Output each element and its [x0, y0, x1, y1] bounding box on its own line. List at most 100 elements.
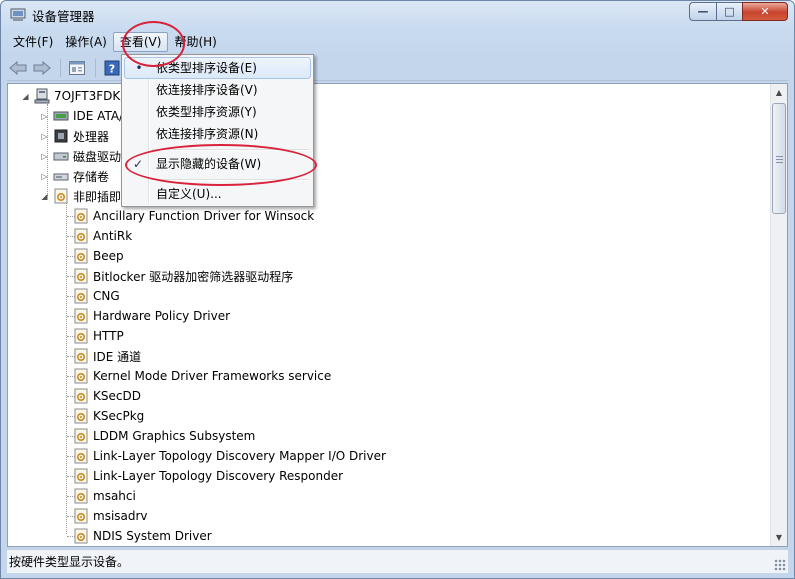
toolbar-separator	[60, 58, 61, 77]
minimize-icon: —	[697, 5, 709, 18]
tree-root-label: 7OJFT3FDKI	[54, 89, 124, 103]
tree-item[interactable]: HTTP	[73, 326, 124, 346]
computer-icon	[34, 88, 50, 104]
view-customize[interactable]: 自定义(U)...	[124, 183, 311, 205]
toolbar-separator	[95, 58, 96, 77]
tree-item[interactable]: msisadrv	[73, 506, 148, 526]
tree-item[interactable]: AntiRk	[73, 226, 132, 246]
tree-root[interactable]: ◢ 7OJFT3FDKI	[21, 86, 124, 106]
menu-action[interactable]: 操作(A)	[59, 32, 113, 52]
tree-item[interactable]: LDDM Graphics Subsystem	[73, 426, 255, 446]
collapse-arrow-icon[interactable]: ◢	[40, 192, 49, 201]
tree-category-label: 磁盘驱动	[73, 149, 122, 164]
menu-item-label: 依类型排序资源(Y)	[156, 105, 257, 119]
menu-item-label: 依连接排序资源(N)	[156, 127, 259, 141]
tree-item-label: Link-Layer Topology Discovery Responder	[93, 469, 344, 483]
checkmark-icon: ✓	[132, 157, 144, 171]
tree-item[interactable]: CNG	[73, 286, 120, 306]
scrollbar-grip-icon	[776, 156, 783, 163]
driver-gear-icon	[73, 348, 89, 364]
tree-item-label: Bitlocker 驱动器加密筛选器驱动程序	[93, 269, 294, 284]
tree-item[interactable]: Bitlocker 驱动器加密筛选器驱动程序	[73, 266, 293, 286]
tree-item-label: KSecPkg	[93, 409, 145, 423]
scrollbar-thumb[interactable]	[772, 103, 786, 214]
expand-arrow-icon[interactable]: ▷	[40, 132, 49, 141]
tree-item-label: Kernel Mode Driver Frameworks service	[93, 369, 332, 383]
title-bar[interactable]: 设备管理器 — □ ✕	[1, 1, 794, 29]
caption-buttons: — □ ✕	[689, 2, 788, 21]
view-show-hidden-devices[interactable]: ✓ 显示隐藏的设备(W)	[124, 153, 311, 175]
help-button[interactable]: ?	[101, 58, 123, 78]
driver-gear-icon	[73, 508, 89, 524]
tree-item-label: AntiRk	[93, 229, 133, 243]
vertical-scrollbar[interactable]: ▲ ▼	[770, 84, 787, 546]
back-arrow-icon	[9, 60, 27, 75]
tree-category[interactable]: ▷ 磁盘驱动	[40, 146, 121, 166]
tree-item-label: NDIS System Driver	[93, 529, 212, 543]
device-manager-window: 设备管理器 — □ ✕ 文件(F) 操作(A) 查看(V) 帮助(H) ? ◢ …	[0, 0, 795, 579]
driver-gear-icon	[73, 388, 89, 404]
expand-arrow-icon[interactable]: ▷	[40, 152, 49, 161]
back-button[interactable]	[7, 58, 29, 78]
tree-item[interactable]: KSecPkg	[73, 406, 144, 426]
tree-item-label: Beep	[93, 249, 124, 263]
window-title: 设备管理器	[32, 9, 95, 24]
tree-item[interactable]: Kernel Mode Driver Frameworks service	[73, 366, 331, 386]
driver-gear-icon	[73, 328, 89, 344]
view-sort-resources-by-type[interactable]: 依类型排序资源(Y)	[124, 101, 311, 123]
svg-text:?: ?	[109, 62, 115, 75]
tree-category[interactable]: ▷ 存储卷	[40, 166, 109, 186]
resize-grip-icon[interactable]	[774, 559, 786, 571]
tree-item-label: KSecDD	[93, 389, 141, 403]
tree-item[interactable]: Link-Layer Topology Discovery Mapper I/O…	[73, 446, 386, 466]
device-manager-icon	[10, 8, 26, 21]
tree-category-label: 存储卷	[73, 169, 110, 184]
menu-help[interactable]: 帮助(H)	[168, 32, 222, 52]
menu-file[interactable]: 文件(F)	[7, 32, 59, 52]
tree-item-label: HTTP	[93, 329, 124, 343]
tree-item-label: Hardware Policy Driver	[93, 309, 231, 323]
tree-connector	[66, 202, 67, 534]
properties-button[interactable]	[66, 58, 88, 78]
tree-item[interactable]: NDIS System Driver	[73, 526, 212, 546]
scroll-down-arrow-icon[interactable]: ▼	[771, 529, 787, 546]
tree-item[interactable]: Hardware Policy Driver	[73, 306, 230, 326]
tree-item[interactable]: Beep	[73, 246, 124, 266]
tree-category-label: 处理器	[73, 129, 110, 144]
maximize-icon: □	[724, 5, 735, 18]
tree-item[interactable]: msahci	[73, 486, 136, 506]
tree-item[interactable]: KSecDD	[73, 386, 141, 406]
expand-arrow-icon[interactable]: ▷	[40, 112, 49, 121]
forward-button[interactable]	[31, 58, 53, 78]
non-pnp-driver-icon	[54, 188, 68, 204]
view-sort-devices-by-connection[interactable]: 依连接排序设备(V)	[124, 79, 311, 101]
tree-category[interactable]: ▷ 处理器	[40, 126, 109, 146]
minimize-button[interactable]: —	[689, 2, 716, 21]
driver-gear-icon	[73, 528, 89, 544]
menu-view[interactable]: 查看(V)	[112, 32, 169, 52]
view-sort-resources-by-connection[interactable]: 依连接排序资源(N)	[124, 123, 311, 145]
status-text: 按硬件类型显示设备。	[9, 555, 130, 569]
maximize-button[interactable]: □	[716, 2, 742, 21]
menu-item-label: 依连接排序设备(V)	[156, 83, 258, 97]
tree-item-label: Ancillary Function Driver for Winsock	[93, 209, 315, 223]
properties-icon	[69, 60, 85, 75]
expand-arrow-icon[interactable]: ▷	[40, 172, 49, 181]
driver-gear-icon	[73, 448, 89, 464]
menu-item-label: 自定义(U)...	[156, 187, 222, 201]
view-sort-devices-by-type[interactable]: • 依类型排序设备(E)	[124, 57, 311, 79]
tree-item-label: CNG	[93, 289, 120, 303]
driver-gear-icon	[73, 248, 89, 264]
view-menu-dropdown: • 依类型排序设备(E) 依连接排序设备(V) 依类型排序资源(Y) 依连接排序…	[121, 54, 314, 207]
tree-category[interactable]: ▷ IDE ATA/	[40, 106, 123, 126]
tree-item[interactable]: Link-Layer Topology Discovery Responder	[73, 466, 343, 486]
scroll-up-arrow-icon[interactable]: ▲	[771, 84, 787, 101]
collapse-arrow-icon[interactable]: ◢	[21, 92, 30, 101]
tree-item-label: msisadrv	[93, 509, 148, 523]
menu-item-label: 显示隐藏的设备(W)	[156, 157, 262, 171]
tree-category[interactable]: ◢ 非即插即	[40, 186, 121, 206]
driver-gear-icon	[73, 288, 89, 304]
close-button[interactable]: ✕	[742, 2, 788, 21]
tree-item[interactable]: IDE 通道	[73, 346, 141, 366]
tree-item[interactable]: Ancillary Function Driver for Winsock	[73, 206, 314, 226]
